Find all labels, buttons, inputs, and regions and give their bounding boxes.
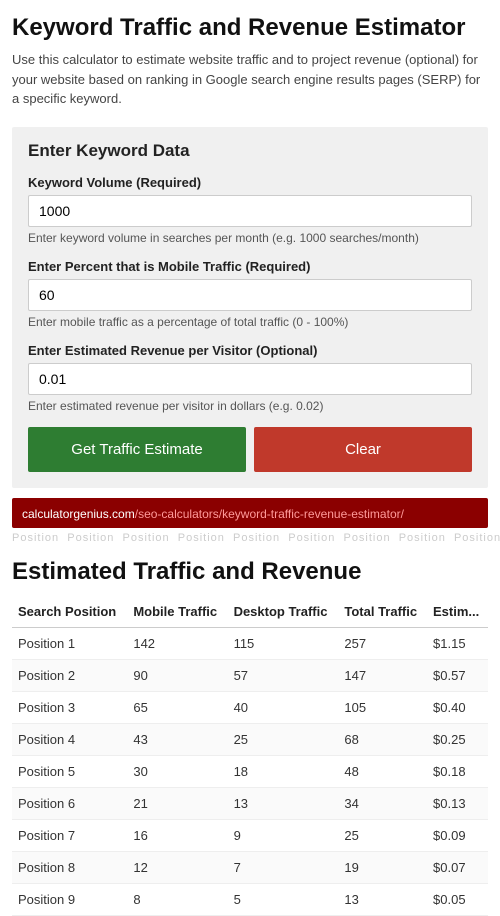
cell-total: 257 xyxy=(338,627,427,659)
keyword-volume-hint: Enter keyword volume in searches per mon… xyxy=(28,231,472,245)
cell-total: 25 xyxy=(338,819,427,851)
cell-position: Position 9 xyxy=(12,883,127,915)
table-row: Position 8 12 7 19 $0.07 xyxy=(12,851,488,883)
mobile-traffic-hint: Enter mobile traffic as a percentage of … xyxy=(28,315,472,329)
cell-mobile: 142 xyxy=(127,627,227,659)
cell-revenue: $0.57 xyxy=(427,659,488,691)
cell-revenue: $0.07 xyxy=(427,851,488,883)
cell-desktop: 5 xyxy=(228,883,339,915)
cell-total: 34 xyxy=(338,787,427,819)
revenue-visitor-input[interactable] xyxy=(28,363,472,395)
col-search-position: Search Position xyxy=(12,598,127,628)
results-section: Estimated Traffic and Revenue Search Pos… xyxy=(0,548,500,916)
button-row: Get Traffic Estimate Clear xyxy=(28,427,472,472)
form-section-title: Enter Keyword Data xyxy=(28,141,472,161)
revenue-visitor-group: Enter Estimated Revenue per Visitor (Opt… xyxy=(28,343,472,413)
cell-mobile: 65 xyxy=(127,691,227,723)
cell-total: 19 xyxy=(338,851,427,883)
cell-desktop: 7 xyxy=(228,851,339,883)
cell-revenue: $1.15 xyxy=(427,627,488,659)
cell-revenue: $0.05 xyxy=(427,883,488,915)
cell-desktop: 9 xyxy=(228,819,339,851)
cell-total: 48 xyxy=(338,755,427,787)
page-header: Keyword Traffic and Revenue Estimator Us… xyxy=(0,0,500,117)
cell-position: Position 3 xyxy=(12,691,127,723)
cell-revenue: $0.18 xyxy=(427,755,488,787)
col-desktop-traffic: Desktop Traffic xyxy=(228,598,339,628)
keyword-volume-label: Keyword Volume (Required) xyxy=(28,175,472,190)
results-title: Estimated Traffic and Revenue xyxy=(12,558,488,586)
url-path: /seo-calculators/keyword-traffic-revenue… xyxy=(135,507,404,521)
cell-total: 68 xyxy=(338,723,427,755)
cell-total: 13 xyxy=(338,883,427,915)
page-description: Use this calculator to estimate website … xyxy=(12,50,488,109)
url-bar: calculatorgenius.com/seo-calculators/key… xyxy=(12,498,488,528)
cell-desktop: 13 xyxy=(228,787,339,819)
table-row: Position 1 142 115 257 $1.15 xyxy=(12,627,488,659)
keyword-volume-input[interactable] xyxy=(28,195,472,227)
results-table: Search Position Mobile Traffic Desktop T… xyxy=(12,598,488,916)
calculate-button[interactable]: Get Traffic Estimate xyxy=(28,427,246,472)
keyword-volume-group: Keyword Volume (Required) Enter keyword … xyxy=(28,175,472,245)
cell-revenue: $0.13 xyxy=(427,787,488,819)
cell-position: Position 7 xyxy=(12,819,127,851)
cell-desktop: 18 xyxy=(228,755,339,787)
cell-position: Position 4 xyxy=(12,723,127,755)
mobile-traffic-input[interactable] xyxy=(28,279,472,311)
table-row: Position 3 65 40 105 $0.40 xyxy=(12,691,488,723)
cell-revenue: $0.09 xyxy=(427,819,488,851)
page-title: Keyword Traffic and Revenue Estimator xyxy=(12,14,488,42)
cell-desktop: 57 xyxy=(228,659,339,691)
cell-mobile: 16 xyxy=(127,819,227,851)
form-section: Enter Keyword Data Keyword Volume (Requi… xyxy=(12,127,488,488)
mobile-traffic-label: Enter Percent that is Mobile Traffic (Re… xyxy=(28,259,472,274)
cell-desktop: 25 xyxy=(228,723,339,755)
cell-desktop: 115 xyxy=(228,627,339,659)
cell-position: Position 8 xyxy=(12,851,127,883)
cell-revenue: $0.40 xyxy=(427,691,488,723)
col-total-traffic: Total Traffic xyxy=(338,598,427,628)
cell-position: Position 5 xyxy=(12,755,127,787)
revenue-visitor-label: Enter Estimated Revenue per Visitor (Opt… xyxy=(28,343,472,358)
cell-position: Position 6 xyxy=(12,787,127,819)
url-base: calculatorgenius.com xyxy=(22,507,135,521)
cell-mobile: 21 xyxy=(127,787,227,819)
cell-mobile: 43 xyxy=(127,723,227,755)
table-row: Position 5 30 18 48 $0.18 xyxy=(12,755,488,787)
position-scroll-bar: Position Position Position Position Posi… xyxy=(0,528,500,548)
table-row: Position 9 8 5 13 $0.05 xyxy=(12,883,488,915)
col-estimated-revenue: Estim... xyxy=(427,598,488,628)
table-row: Position 6 21 13 34 $0.13 xyxy=(12,787,488,819)
cell-position: Position 1 xyxy=(12,627,127,659)
cell-mobile: 30 xyxy=(127,755,227,787)
revenue-visitor-hint: Enter estimated revenue per visitor in d… xyxy=(28,399,472,413)
table-row: Position 7 16 9 25 $0.09 xyxy=(12,819,488,851)
cell-mobile: 12 xyxy=(127,851,227,883)
mobile-traffic-group: Enter Percent that is Mobile Traffic (Re… xyxy=(28,259,472,329)
col-mobile-traffic: Mobile Traffic xyxy=(127,598,227,628)
cell-total: 105 xyxy=(338,691,427,723)
cell-mobile: 8 xyxy=(127,883,227,915)
cell-desktop: 40 xyxy=(228,691,339,723)
cell-total: 147 xyxy=(338,659,427,691)
clear-button[interactable]: Clear xyxy=(254,427,472,472)
table-row: Position 2 90 57 147 $0.57 xyxy=(12,659,488,691)
cell-position: Position 2 xyxy=(12,659,127,691)
table-row: Position 4 43 25 68 $0.25 xyxy=(12,723,488,755)
cell-revenue: $0.25 xyxy=(427,723,488,755)
cell-mobile: 90 xyxy=(127,659,227,691)
